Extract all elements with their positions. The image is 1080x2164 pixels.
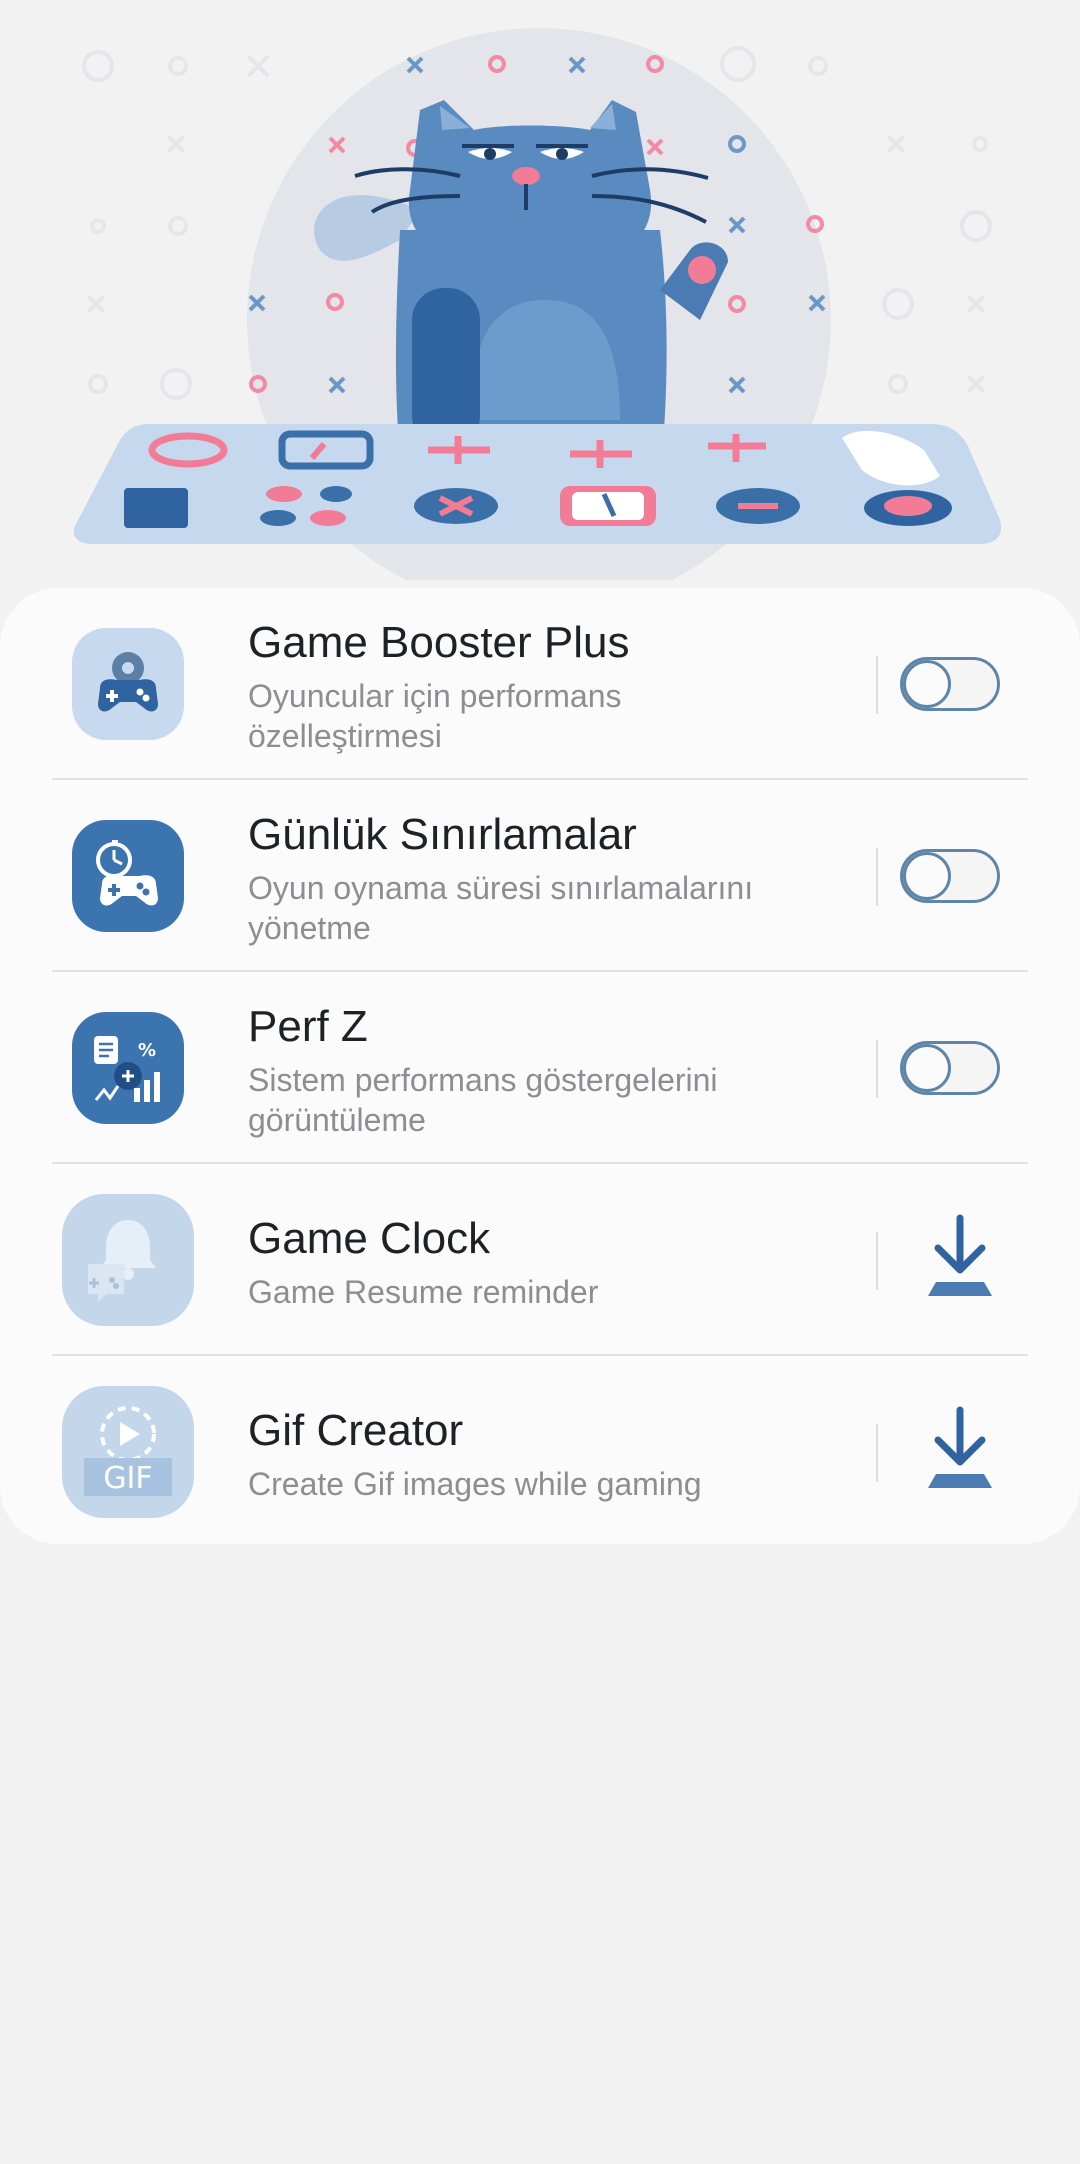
feature-title: Günlük Sınırlamalar xyxy=(248,810,637,859)
divider xyxy=(876,1424,878,1482)
divider xyxy=(876,1040,878,1098)
feature-row-game-clock[interactable]: Game Clock Game Resume reminder xyxy=(0,1164,1080,1356)
gif-creator-download-button[interactable] xyxy=(912,1402,1008,1498)
gif-label: GIF xyxy=(103,1461,152,1496)
daily-limits-toggle[interactable] xyxy=(900,849,1000,903)
download-icon xyxy=(928,1214,992,1296)
toggle-knob xyxy=(903,660,951,708)
divider xyxy=(876,1232,878,1290)
gamepad-gear-icon xyxy=(72,628,184,740)
game-clock-download-button[interactable] xyxy=(912,1210,1008,1306)
gif-creator-icon: GIF xyxy=(62,1386,194,1518)
cat-illustration-icon xyxy=(73,28,1002,612)
toggle-knob xyxy=(903,1044,951,1092)
feature-subtitle: Oyuncular için performans özelleştirmesi xyxy=(248,678,622,754)
feature-row-daily-limits[interactable]: Günlük Sınırlamalar Oyun oynama süresi s… xyxy=(0,780,1080,972)
divider xyxy=(876,848,878,906)
performance-stats-icon: % xyxy=(72,1012,184,1124)
divider xyxy=(876,656,878,714)
game-booster-plus-toggle[interactable] xyxy=(900,657,1000,711)
game-clock-bell-icon xyxy=(62,1194,194,1326)
feature-row-gif-creator[interactable]: GIF Gif Creator Create Gif images while … xyxy=(0,1356,1080,1548)
svg-text:%: % xyxy=(138,1040,156,1061)
feature-subtitle: Oyun oynama süresi sınırlamalarını yönet… xyxy=(248,870,754,946)
feature-title: Perf Z xyxy=(248,1002,368,1051)
feature-title: Game Booster Plus xyxy=(248,618,630,667)
gamepad-timer-icon xyxy=(72,820,184,932)
download-icon xyxy=(928,1406,992,1488)
feature-title: Gif Creator xyxy=(248,1406,464,1455)
toggle-knob xyxy=(903,852,951,900)
feature-subtitle: Game Resume reminder xyxy=(248,1274,599,1310)
feature-row-game-booster-plus[interactable]: Game Booster Plus Oyuncular için perform… xyxy=(0,588,1080,780)
feature-subtitle: Create Gif images while gaming xyxy=(248,1466,702,1502)
feature-panel: Game Booster Plus Oyuncular için perform… xyxy=(0,588,1080,1544)
feature-subtitle: Sistem performans göstergelerini görüntü… xyxy=(248,1062,718,1138)
feature-title: Game Clock xyxy=(248,1214,491,1263)
perf-z-toggle[interactable] xyxy=(900,1041,1000,1095)
feature-row-perf-z[interactable]: % Perf Z Sistem performans göstergelerin… xyxy=(0,972,1080,1164)
hero-illustration xyxy=(0,0,1080,612)
